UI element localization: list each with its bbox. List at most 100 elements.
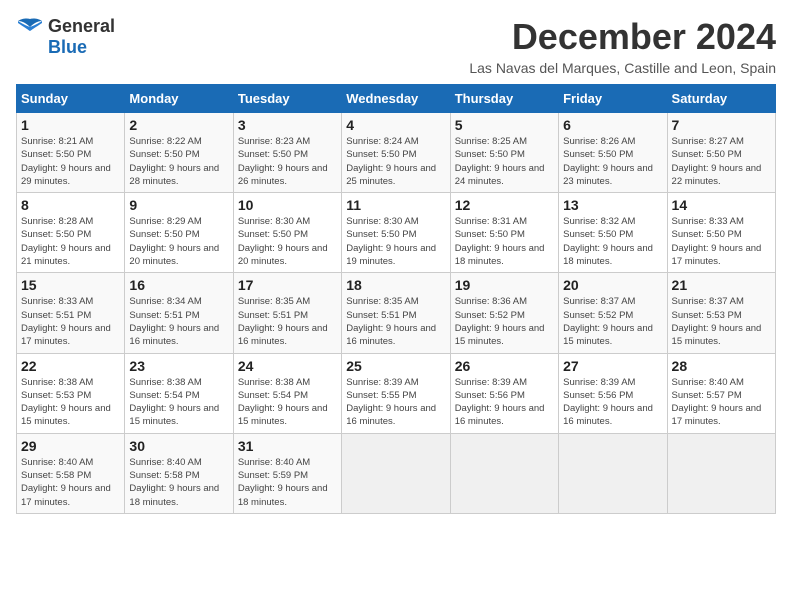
day-info: Sunrise: 8:27 AMSunset: 5:50 PMDaylight:… <box>672 136 762 187</box>
day-info: Sunrise: 8:31 AMSunset: 5:50 PMDaylight:… <box>455 216 545 267</box>
day-number: 6 <box>563 117 662 133</box>
calendar-day-cell: 1 Sunrise: 8:21 AMSunset: 5:50 PMDayligh… <box>17 113 125 193</box>
calendar-day-cell: 24 Sunrise: 8:38 AMSunset: 5:54 PMDaylig… <box>233 353 341 433</box>
day-number: 21 <box>672 277 771 293</box>
day-info: Sunrise: 8:39 AMSunset: 5:56 PMDaylight:… <box>455 377 545 428</box>
day-info: Sunrise: 8:30 AMSunset: 5:50 PMDaylight:… <box>346 216 436 267</box>
day-info: Sunrise: 8:35 AMSunset: 5:51 PMDaylight:… <box>346 296 436 347</box>
day-info: Sunrise: 8:40 AMSunset: 5:59 PMDaylight:… <box>238 457 328 508</box>
calendar-day-cell: 13 Sunrise: 8:32 AMSunset: 5:50 PMDaylig… <box>559 193 667 273</box>
day-info: Sunrise: 8:30 AMSunset: 5:50 PMDaylight:… <box>238 216 328 267</box>
day-number: 7 <box>672 117 771 133</box>
day-info: Sunrise: 8:40 AMSunset: 5:57 PMDaylight:… <box>672 377 762 428</box>
calendar-day-cell: 2 Sunrise: 8:22 AMSunset: 5:50 PMDayligh… <box>125 113 233 193</box>
calendar-day-cell: 3 Sunrise: 8:23 AMSunset: 5:50 PMDayligh… <box>233 113 341 193</box>
calendar-day-cell: 9 Sunrise: 8:29 AMSunset: 5:50 PMDayligh… <box>125 193 233 273</box>
calendar-day-cell: 25 Sunrise: 8:39 AMSunset: 5:55 PMDaylig… <box>342 353 450 433</box>
day-number: 25 <box>346 358 445 374</box>
weekday-header-cell: Sunday <box>17 85 125 113</box>
calendar-day-cell: 11 Sunrise: 8:30 AMSunset: 5:50 PMDaylig… <box>342 193 450 273</box>
calendar-day-cell: 30 Sunrise: 8:40 AMSunset: 5:58 PMDaylig… <box>125 433 233 513</box>
weekday-header-cell: Thursday <box>450 85 558 113</box>
calendar-day-cell: 7 Sunrise: 8:27 AMSunset: 5:50 PMDayligh… <box>667 113 775 193</box>
calendar-day-cell: 12 Sunrise: 8:31 AMSunset: 5:50 PMDaylig… <box>450 193 558 273</box>
calendar-day-cell: 6 Sunrise: 8:26 AMSunset: 5:50 PMDayligh… <box>559 113 667 193</box>
day-info: Sunrise: 8:39 AMSunset: 5:56 PMDaylight:… <box>563 377 653 428</box>
day-number: 29 <box>21 438 120 454</box>
day-info: Sunrise: 8:38 AMSunset: 5:54 PMDaylight:… <box>238 377 328 428</box>
calendar-table: SundayMondayTuesdayWednesdayThursdayFrid… <box>16 84 776 514</box>
day-info: Sunrise: 8:32 AMSunset: 5:50 PMDaylight:… <box>563 216 653 267</box>
title-area: December 2024 Las Navas del Marques, Cas… <box>469 16 776 76</box>
day-number: 26 <box>455 358 554 374</box>
calendar-day-cell: 27 Sunrise: 8:39 AMSunset: 5:56 PMDaylig… <box>559 353 667 433</box>
calendar-day-cell: 19 Sunrise: 8:36 AMSunset: 5:52 PMDaylig… <box>450 273 558 353</box>
day-info: Sunrise: 8:35 AMSunset: 5:51 PMDaylight:… <box>238 296 328 347</box>
day-number: 3 <box>238 117 337 133</box>
calendar-day-cell: 23 Sunrise: 8:38 AMSunset: 5:54 PMDaylig… <box>125 353 233 433</box>
day-number: 27 <box>563 358 662 374</box>
day-info: Sunrise: 8:34 AMSunset: 5:51 PMDaylight:… <box>129 296 219 347</box>
day-number: 23 <box>129 358 228 374</box>
calendar-week-row: 8 Sunrise: 8:28 AMSunset: 5:50 PMDayligh… <box>17 193 776 273</box>
calendar-body: 1 Sunrise: 8:21 AMSunset: 5:50 PMDayligh… <box>17 113 776 514</box>
weekday-header-cell: Friday <box>559 85 667 113</box>
calendar-day-cell: 17 Sunrise: 8:35 AMSunset: 5:51 PMDaylig… <box>233 273 341 353</box>
calendar-day-cell: 22 Sunrise: 8:38 AMSunset: 5:53 PMDaylig… <box>17 353 125 433</box>
day-info: Sunrise: 8:39 AMSunset: 5:55 PMDaylight:… <box>346 377 436 428</box>
day-number: 9 <box>129 197 228 213</box>
calendar-day-cell: 5 Sunrise: 8:25 AMSunset: 5:50 PMDayligh… <box>450 113 558 193</box>
day-info: Sunrise: 8:24 AMSunset: 5:50 PMDaylight:… <box>346 136 436 187</box>
calendar-day-cell: 16 Sunrise: 8:34 AMSunset: 5:51 PMDaylig… <box>125 273 233 353</box>
day-number: 8 <box>21 197 120 213</box>
day-number: 18 <box>346 277 445 293</box>
day-number: 12 <box>455 197 554 213</box>
day-info: Sunrise: 8:23 AMSunset: 5:50 PMDaylight:… <box>238 136 328 187</box>
calendar-week-row: 15 Sunrise: 8:33 AMSunset: 5:51 PMDaylig… <box>17 273 776 353</box>
day-info: Sunrise: 8:33 AMSunset: 5:50 PMDaylight:… <box>672 216 762 267</box>
day-info: Sunrise: 8:28 AMSunset: 5:50 PMDaylight:… <box>21 216 111 267</box>
day-info: Sunrise: 8:36 AMSunset: 5:52 PMDaylight:… <box>455 296 545 347</box>
calendar-day-cell: 31 Sunrise: 8:40 AMSunset: 5:59 PMDaylig… <box>233 433 341 513</box>
calendar-week-row: 29 Sunrise: 8:40 AMSunset: 5:58 PMDaylig… <box>17 433 776 513</box>
day-info: Sunrise: 8:21 AMSunset: 5:50 PMDaylight:… <box>21 136 111 187</box>
logo: General Blue <box>16 16 115 58</box>
day-info: Sunrise: 8:38 AMSunset: 5:54 PMDaylight:… <box>129 377 219 428</box>
weekday-header-cell: Tuesday <box>233 85 341 113</box>
day-info: Sunrise: 8:37 AMSunset: 5:52 PMDaylight:… <box>563 296 653 347</box>
day-number: 22 <box>21 358 120 374</box>
day-number: 5 <box>455 117 554 133</box>
day-number: 10 <box>238 197 337 213</box>
location: Las Navas del Marques, Castille and Leon… <box>469 60 776 76</box>
day-number: 16 <box>129 277 228 293</box>
day-info: Sunrise: 8:38 AMSunset: 5:53 PMDaylight:… <box>21 377 111 428</box>
day-number: 13 <box>563 197 662 213</box>
day-number: 31 <box>238 438 337 454</box>
calendar-day-cell: 21 Sunrise: 8:37 AMSunset: 5:53 PMDaylig… <box>667 273 775 353</box>
page-header: General Blue December 2024 Las Navas del… <box>16 16 776 76</box>
calendar-day-cell: 29 Sunrise: 8:40 AMSunset: 5:58 PMDaylig… <box>17 433 125 513</box>
day-number: 2 <box>129 117 228 133</box>
calendar-day-cell: 4 Sunrise: 8:24 AMSunset: 5:50 PMDayligh… <box>342 113 450 193</box>
logo-blue: Blue <box>48 37 87 58</box>
calendar-day-cell: 15 Sunrise: 8:33 AMSunset: 5:51 PMDaylig… <box>17 273 125 353</box>
calendar-week-row: 1 Sunrise: 8:21 AMSunset: 5:50 PMDayligh… <box>17 113 776 193</box>
calendar-day-cell: 28 Sunrise: 8:40 AMSunset: 5:57 PMDaylig… <box>667 353 775 433</box>
calendar-day-cell: 8 Sunrise: 8:28 AMSunset: 5:50 PMDayligh… <box>17 193 125 273</box>
day-number: 24 <box>238 358 337 374</box>
weekday-header-cell: Monday <box>125 85 233 113</box>
calendar-day-cell <box>342 433 450 513</box>
day-info: Sunrise: 8:40 AMSunset: 5:58 PMDaylight:… <box>129 457 219 508</box>
calendar-day-cell: 18 Sunrise: 8:35 AMSunset: 5:51 PMDaylig… <box>342 273 450 353</box>
month-title: December 2024 <box>469 16 776 58</box>
day-number: 1 <box>21 117 120 133</box>
day-info: Sunrise: 8:40 AMSunset: 5:58 PMDaylight:… <box>21 457 111 508</box>
calendar-day-cell: 10 Sunrise: 8:30 AMSunset: 5:50 PMDaylig… <box>233 193 341 273</box>
logo-general: General <box>48 16 115 36</box>
day-number: 14 <box>672 197 771 213</box>
day-number: 11 <box>346 197 445 213</box>
logo-bird-icon <box>16 17 44 37</box>
day-number: 17 <box>238 277 337 293</box>
calendar-day-cell: 20 Sunrise: 8:37 AMSunset: 5:52 PMDaylig… <box>559 273 667 353</box>
calendar-day-cell <box>450 433 558 513</box>
